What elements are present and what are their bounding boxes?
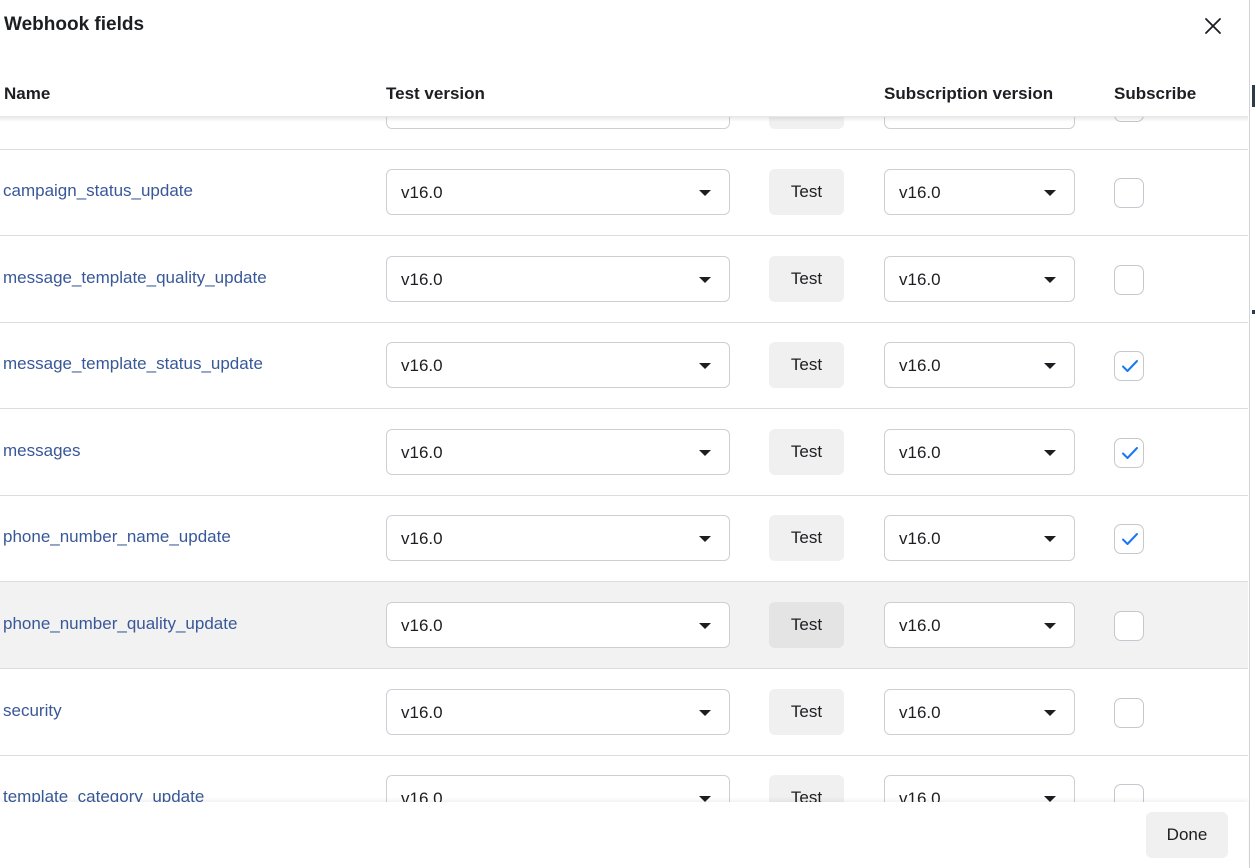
caret-down-icon xyxy=(699,450,711,456)
subscription-version-select[interactable]: v16.0 xyxy=(884,256,1075,302)
test-button[interactable]: Test xyxy=(769,515,844,561)
table-row: phone_number_name_update v16.0 Test v16.… xyxy=(0,495,1248,582)
subscribe-checkbox[interactable] xyxy=(1114,265,1144,295)
subscription-version-value: v16.0 xyxy=(899,529,941,548)
close-icon xyxy=(1205,18,1221,34)
test-version-value: v16.0 xyxy=(401,789,443,802)
subscription-version-select[interactable]: v16.0 xyxy=(884,342,1075,388)
subscription-version-value: v16.0 xyxy=(899,703,941,722)
caret-down-icon xyxy=(1044,623,1056,629)
edge-mark xyxy=(1252,310,1255,314)
subscribe-checkbox[interactable] xyxy=(1114,178,1144,208)
test-button[interactable]: Test xyxy=(769,775,844,802)
field-name-link[interactable]: message_template_status_update xyxy=(3,354,263,374)
test-version-value: v16.0 xyxy=(401,356,443,375)
background-page-edge xyxy=(1249,0,1256,868)
test-button[interactable]: Test xyxy=(769,429,844,475)
field-name-link[interactable]: messages xyxy=(3,441,80,461)
test-version-select[interactable]: v16.0 xyxy=(386,689,730,735)
subscribe-checkbox[interactable] xyxy=(1114,611,1144,641)
subscribe-checkbox[interactable] xyxy=(1114,784,1144,802)
caret-down-icon xyxy=(699,190,711,196)
webhook-fields-table[interactable]: campaign_status_update v16.0 Test v16.0 … xyxy=(0,117,1248,802)
test-version-select[interactable]: v16.0 xyxy=(386,256,730,302)
subscribe-checkbox[interactable] xyxy=(1114,698,1144,728)
subscription-version-select[interactable]: v16.0 xyxy=(884,169,1075,215)
caret-down-icon xyxy=(1044,190,1056,196)
test-version-value: v16.0 xyxy=(401,616,443,635)
subscribe-checkbox[interactable] xyxy=(1114,438,1144,468)
done-button[interactable]: Done xyxy=(1146,812,1228,858)
table-row: messages v16.0 Test v16.0 xyxy=(0,409,1248,496)
caret-down-icon xyxy=(1044,450,1056,456)
field-name-link[interactable]: security xyxy=(3,701,62,721)
test-version-select[interactable]: v16.0 xyxy=(386,169,730,215)
caret-down-icon xyxy=(699,536,711,542)
caret-down-icon xyxy=(699,363,711,369)
table-row: campaign_status_update v16.0 Test v16.0 xyxy=(0,149,1248,236)
column-header-name: Name xyxy=(4,84,51,103)
caret-down-icon xyxy=(1044,710,1056,716)
subscription-version-value: v16.0 xyxy=(899,183,941,202)
subscription-version-select[interactable]: v16.0 xyxy=(884,429,1075,475)
checkmark-icon xyxy=(1122,360,1138,372)
subscribe-checkbox[interactable] xyxy=(1114,351,1144,381)
subscription-version-value: v16.0 xyxy=(899,270,941,289)
test-button[interactable]: Test xyxy=(769,602,844,648)
test-version-select[interactable]: v16.0 xyxy=(386,515,730,561)
test-button[interactable]: Test xyxy=(769,342,844,388)
test-version-value: v16.0 xyxy=(401,443,443,462)
subscription-version-value: v16.0 xyxy=(899,356,941,375)
subscription-version-select[interactable]: v16.0 xyxy=(884,775,1075,802)
dialog-footer: Done xyxy=(0,802,1248,868)
table-row: message_template_status_update v16.0 Tes… xyxy=(0,322,1248,409)
test-button[interactable]: Test xyxy=(769,256,844,302)
table-row: phone_number_quality_update v16.0 Test v… xyxy=(0,582,1248,669)
caret-down-icon xyxy=(699,623,711,629)
field-name-link[interactable]: phone_number_quality_update xyxy=(3,614,237,634)
test-version-value: v16.0 xyxy=(401,270,443,289)
caret-down-icon xyxy=(699,710,711,716)
test-version-select[interactable]: v16.0 xyxy=(386,775,730,802)
field-name-link[interactable]: campaign_status_update xyxy=(3,181,193,201)
field-name-link[interactable]: phone_number_name_update xyxy=(3,527,231,547)
subscription-version-select[interactable]: v16.0 xyxy=(884,602,1075,648)
test-version-value: v16.0 xyxy=(401,529,443,548)
test-button[interactable]: Test xyxy=(769,689,844,735)
caret-down-icon xyxy=(699,277,711,283)
checkmark-icon xyxy=(1122,447,1138,459)
subscribe-checkbox[interactable] xyxy=(1114,524,1144,554)
caret-down-icon xyxy=(1044,536,1056,542)
checkmark-icon xyxy=(1122,533,1138,545)
field-name-link[interactable]: template_category_update xyxy=(3,787,204,802)
column-header-subscribe: Subscribe xyxy=(1114,84,1197,103)
caret-down-icon xyxy=(1044,363,1056,369)
subscription-version-value: v16.0 xyxy=(899,616,941,635)
dialog-title: Webhook fields xyxy=(4,14,145,35)
test-version-select[interactable]: v16.0 xyxy=(386,429,730,475)
test-version-select[interactable]: v16.0 xyxy=(386,602,730,648)
edge-mark xyxy=(1252,85,1255,107)
test-version-value: v16.0 xyxy=(401,703,443,722)
test-version-select[interactable]: v16.0 xyxy=(386,342,730,388)
close-button[interactable] xyxy=(1199,12,1227,40)
column-header-test-version: Test version xyxy=(386,84,485,103)
webhook-fields-dialog: Webhook fields Name Test version Subscri… xyxy=(0,0,1256,868)
table-row: message_template_quality_update v16.0 Te… xyxy=(0,236,1248,323)
subscription-version-value: v16.0 xyxy=(899,789,941,802)
column-header-subscription-version: Subscription version xyxy=(884,84,1054,103)
subscription-version-select[interactable]: v16.0 xyxy=(884,515,1075,561)
header-shadow xyxy=(0,116,1248,122)
table-row: security v16.0 Test v16.0 xyxy=(0,669,1248,756)
subscription-version-select[interactable]: v16.0 xyxy=(884,689,1075,735)
caret-down-icon xyxy=(1044,277,1056,283)
field-name-link[interactable]: message_template_quality_update xyxy=(3,268,267,288)
table-row: template_category_update v16.0 Test v16.… xyxy=(0,755,1248,802)
subscription-version-value: v16.0 xyxy=(899,443,941,462)
test-version-value: v16.0 xyxy=(401,183,443,202)
test-button[interactable]: Test xyxy=(769,169,844,215)
